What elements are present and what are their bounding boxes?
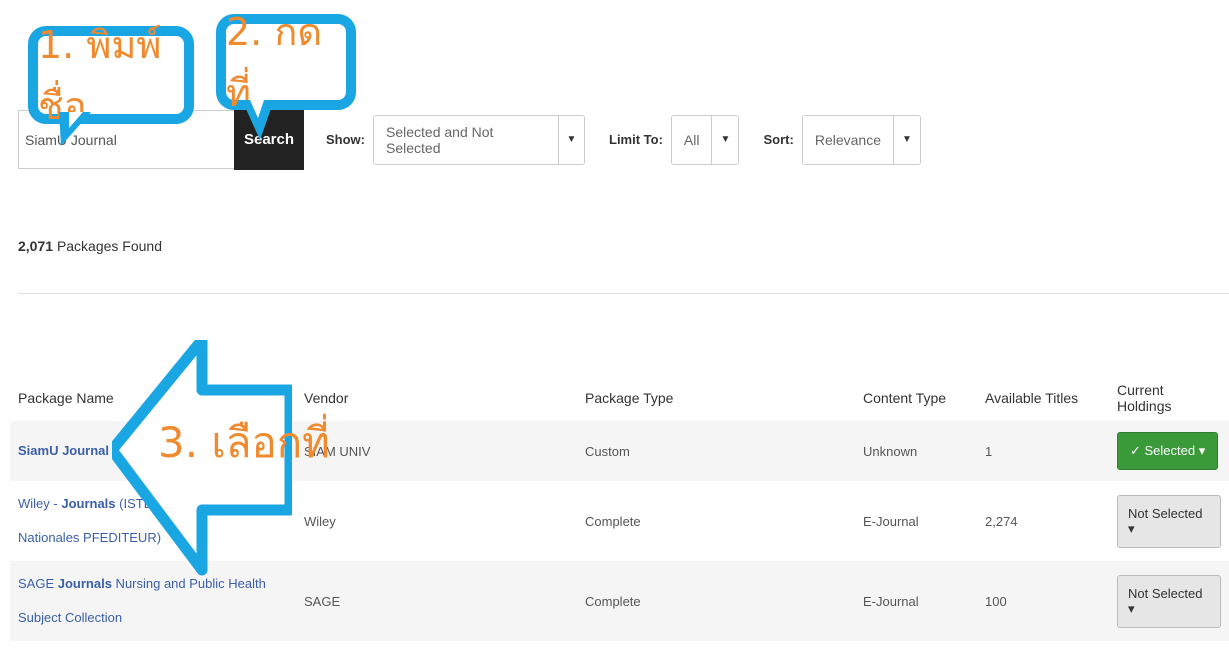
package-link-keyword: Journals bbox=[57, 576, 112, 591]
sort-select-value: Relevance bbox=[814, 131, 881, 148]
content-type-cell: Unknown bbox=[855, 421, 977, 481]
package-type-cell: Custom bbox=[577, 421, 855, 481]
not-selected-dropdown-button[interactable]: Not Selected ▾ bbox=[1117, 574, 1221, 628]
callout-step1: 1. พิมพ์ชื่อ bbox=[28, 23, 194, 128]
selected-dropdown-button[interactable]: ✓ Selected ▾ bbox=[1117, 432, 1219, 470]
vendor-cell: SIAM UNIV bbox=[296, 421, 577, 481]
limit-select-value: All bbox=[683, 131, 700, 148]
sort-select[interactable]: Relevance ▼ bbox=[801, 114, 921, 165]
content-type-cell: E-Journal bbox=[855, 561, 977, 641]
col-available-titles[interactable]: Available Titles bbox=[977, 375, 1109, 421]
callout-step2: 2. กดที่ bbox=[216, 10, 356, 115]
show-select-value: Selected and Not Selected bbox=[386, 123, 494, 156]
titles-cell: 1 bbox=[977, 421, 1109, 481]
package-link[interactable]: SiamU Journal bbox=[18, 443, 109, 458]
chevron-down-icon: ▼ bbox=[711, 115, 738, 164]
col-current-holdings[interactable]: Current Holdings bbox=[1109, 375, 1229, 421]
sort-label: Sort: bbox=[763, 132, 794, 147]
col-content-type[interactable]: Content Type bbox=[855, 375, 977, 421]
col-package-type[interactable]: Package Type bbox=[577, 375, 855, 421]
results-count-number: 2,071 bbox=[18, 238, 54, 254]
package-link-keyword: Journals bbox=[61, 496, 116, 511]
show-select[interactable]: Selected and Not Selected ▼ bbox=[373, 114, 585, 165]
vendor-cell: SAGE bbox=[296, 561, 577, 641]
vendor-cell: Wiley bbox=[296, 481, 577, 561]
holdings-cell: ✓ Selected ▾ bbox=[1109, 421, 1229, 481]
package-type-cell: Complete bbox=[577, 561, 855, 641]
package-link[interactable]: SAGE Journals Nursing and Public Health … bbox=[18, 576, 266, 625]
results-count-suffix: Packages Found bbox=[56, 238, 163, 254]
limit-select[interactable]: All ▼ bbox=[670, 114, 740, 165]
holdings-cell: Not Selected ▾ bbox=[1109, 561, 1229, 641]
package-type-cell: Complete bbox=[577, 481, 855, 561]
show-label: Show: bbox=[326, 132, 365, 147]
not-selected-dropdown-button[interactable]: Not Selected ▾ bbox=[1117, 494, 1221, 548]
chevron-down-icon: ▼ bbox=[892, 115, 920, 164]
titles-cell: 100 bbox=[977, 561, 1109, 641]
col-vendor[interactable]: Vendor bbox=[296, 375, 577, 421]
package-link-prefix: SAGE bbox=[18, 576, 58, 591]
package-link-prefix: Wiley - bbox=[18, 496, 62, 511]
callout-step3-text: 3. เลือกที่ bbox=[158, 418, 330, 467]
callout-step2-tail bbox=[242, 100, 274, 140]
chevron-down-icon: ▼ bbox=[557, 115, 584, 164]
titles-cell: 2,274 bbox=[977, 481, 1109, 561]
results-count: 2,071 Packages Found bbox=[18, 238, 162, 254]
callout-step1-tail bbox=[59, 112, 91, 146]
divider bbox=[18, 293, 1229, 294]
content-type-cell: E-Journal bbox=[855, 481, 977, 561]
holdings-cell: Not Selected ▾ bbox=[1109, 481, 1229, 561]
limit-label: Limit To: bbox=[609, 132, 663, 147]
